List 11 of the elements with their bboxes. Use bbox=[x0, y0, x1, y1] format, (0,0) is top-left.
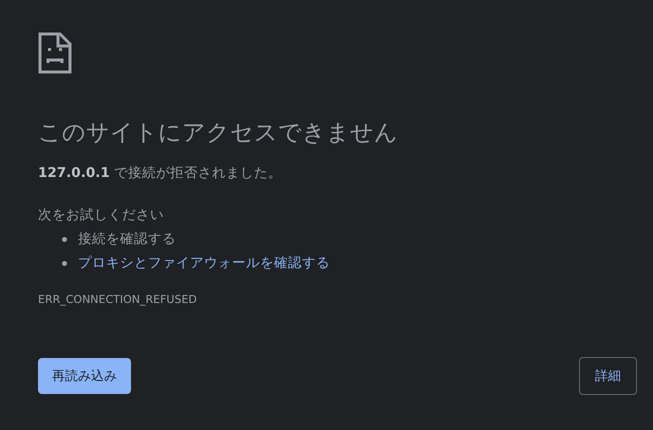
suggestion-text: 接続を確認する bbox=[78, 230, 176, 248]
suggestion-link[interactable]: プロキシとファイアウォールを確認する bbox=[78, 254, 330, 272]
reload-button[interactable]: 再読み込み bbox=[38, 358, 131, 394]
bullet-icon bbox=[62, 260, 67, 266]
suggestions-title: 次をお試しください bbox=[38, 206, 165, 225]
bullet-icon bbox=[62, 236, 67, 242]
details-button[interactable]: 詳細 bbox=[579, 357, 637, 395]
error-summary: 127.0.0.1 で接続が拒否されました。 bbox=[38, 164, 284, 183]
error-code: ERR_CONNECTION_REFUSED bbox=[38, 293, 198, 307]
sad-page-icon bbox=[38, 32, 72, 74]
error-heading: このサイトにアクセスできません bbox=[38, 119, 399, 148]
